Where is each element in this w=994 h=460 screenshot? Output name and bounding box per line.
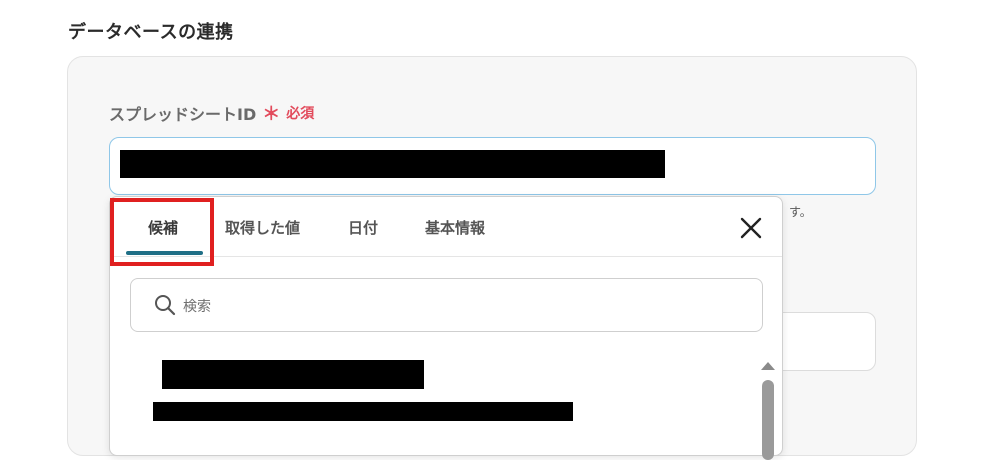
- search-icon: [153, 293, 177, 317]
- spreadsheet-id-input[interactable]: [109, 137, 876, 195]
- search-input[interactable]: 検索: [130, 278, 763, 332]
- field-hint-text: す。: [789, 205, 812, 219]
- search-placeholder: 検索: [183, 299, 211, 315]
- section-title: データベースの連携: [68, 22, 234, 43]
- tab-date[interactable]: 日付: [348, 217, 378, 238]
- tab-fetched-values[interactable]: 取得した値: [225, 217, 300, 238]
- required-badge: 必須: [286, 106, 315, 122]
- spreadsheet-id-label-text: スプレッドシートID: [109, 105, 257, 124]
- close-icon[interactable]: [740, 217, 762, 239]
- redacted-value: [120, 150, 665, 178]
- scrollbar-thumb[interactable]: [762, 380, 774, 460]
- required-asterisk-icon: ＊: [262, 104, 281, 125]
- annotation-highlight-box: [110, 198, 214, 266]
- scroll-up-arrow-icon[interactable]: [761, 362, 775, 370]
- spreadsheet-id-label: スプレッドシートID ＊ 必須: [109, 100, 314, 126]
- tab-basic-info[interactable]: 基本情報: [425, 217, 485, 238]
- redacted-list-item-detail[interactable]: [153, 402, 573, 421]
- redacted-list-item-title[interactable]: [162, 360, 424, 389]
